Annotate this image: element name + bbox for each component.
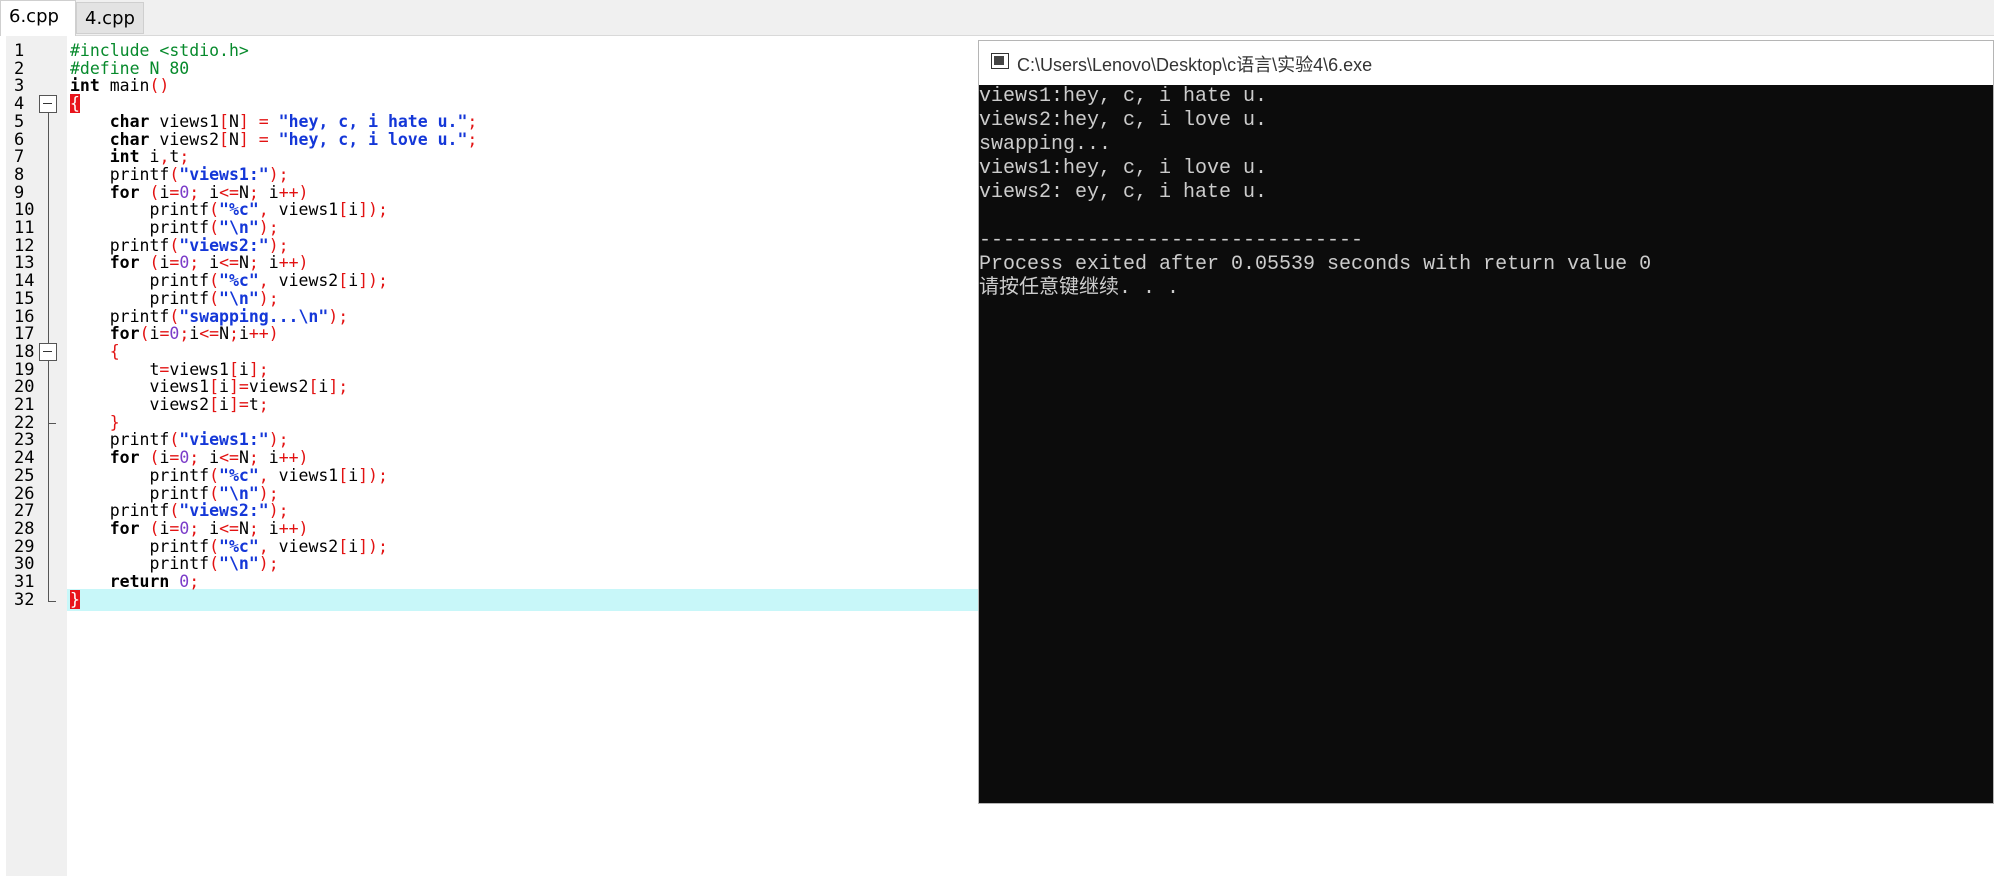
code-token: views1 — [268, 465, 339, 485]
console-output-line: -------------------------------- — [979, 229, 1364, 252]
code-token: views2 — [268, 536, 339, 556]
code-token: ]); — [358, 465, 388, 485]
tab-6cpp[interactable]: 6.cpp — [0, 0, 76, 36]
code-token: views1 — [268, 200, 339, 220]
code-token: ; — [179, 324, 190, 344]
code-token: ]); — [358, 536, 388, 556]
code-token: "\n" — [219, 554, 259, 574]
fold-collapse-icon[interactable] — [39, 95, 57, 114]
code-token: N — [228, 129, 239, 149]
console-output-line: swapping... — [979, 133, 1112, 156]
code-token: i — [238, 324, 249, 344]
code-token: ( — [209, 554, 220, 574]
console-window[interactable]: C:\Users\Lenovo\Desktop\c语言\实验4\6.exe vi… — [978, 40, 1994, 804]
code-token: i — [149, 324, 160, 344]
code-token: [ — [338, 200, 349, 220]
code-token: N — [219, 324, 229, 344]
code-token: ); — [258, 554, 279, 574]
code-token: [ — [219, 129, 229, 149]
code-token: ]; — [328, 377, 349, 397]
code-line: return 0; — [70, 571, 199, 594]
code-token: i — [189, 324, 200, 344]
code-token: main — [99, 76, 150, 96]
code-token: [ — [338, 271, 349, 291]
fold-collapse-icon[interactable] — [39, 342, 57, 361]
code-token: () — [149, 76, 170, 96]
code-token: [ — [338, 465, 349, 485]
current-line-highlight — [67, 589, 979, 612]
line-number: 32 — [14, 589, 35, 610]
code-token: } — [70, 589, 80, 609]
code-token: = — [159, 324, 170, 344]
tab-bar: 6.cpp 4.cpp — [0, 0, 1994, 36]
code-token: ]); — [358, 271, 388, 291]
code-token: ] — [238, 129, 249, 149]
code-line: } — [70, 589, 80, 612]
console-title: C:\Users\Lenovo\Desktop\c语言\实验4\6.exe — [1017, 55, 1373, 75]
code-token: views2 — [268, 271, 339, 291]
code-token: [ — [308, 377, 319, 397]
code-token: i — [348, 271, 359, 291]
code-token: 0 — [169, 324, 180, 344]
code-token: ); — [328, 306, 349, 326]
console-window-icon — [991, 53, 1009, 69]
code-token: ; — [229, 324, 239, 344]
console-output-line: Process exited after 0.05539 seconds wit… — [979, 253, 1652, 276]
code-token: = — [248, 129, 279, 149]
console-titlebar[interactable]: C:\Users\Lenovo\Desktop\c语言\实验4\6.exe — [979, 41, 1993, 85]
code-token: 0 — [179, 572, 190, 591]
code-token: t — [248, 395, 259, 414]
code-token: "hey, c, i love u." — [278, 129, 468, 149]
code-token: return — [109, 572, 170, 591]
code-token: ( — [139, 324, 150, 344]
code-token: i — [318, 377, 329, 397]
code-token: i — [219, 395, 229, 414]
code-token: ]= — [228, 395, 249, 414]
console-output-line: views1:hey, c, i love u. — [979, 157, 1268, 180]
console-output-line: 请按任意键继续. . . — [979, 277, 1180, 300]
code-token: ; — [258, 395, 269, 414]
tab-4cpp[interactable]: 4.cpp — [76, 2, 144, 34]
code-line: int main() — [70, 75, 169, 98]
fold-end-marker — [48, 422, 56, 424]
code-token: ++) — [248, 324, 279, 344]
code-token: i — [348, 200, 359, 220]
console-output-line: views2:hey, c, i love u. — [979, 109, 1268, 132]
code-token: ]); — [358, 200, 388, 220]
code-token: [ — [338, 536, 349, 556]
code-token: [ — [209, 395, 220, 414]
console-output-line: views2: ey, c, i hate u. — [979, 181, 1268, 204]
console-output[interactable]: views1:hey, c, i hate u. views2:hey, c, i… — [979, 85, 1993, 803]
code-token: i — [348, 465, 359, 485]
code-token: i — [348, 536, 359, 556]
code-token: ; — [189, 572, 200, 591]
console-output-line: views1:hey, c, i hate u. — [979, 85, 1268, 108]
code-token: <= — [199, 324, 220, 344]
fold-end-marker — [48, 600, 56, 602]
code-token: ; — [467, 129, 478, 149]
